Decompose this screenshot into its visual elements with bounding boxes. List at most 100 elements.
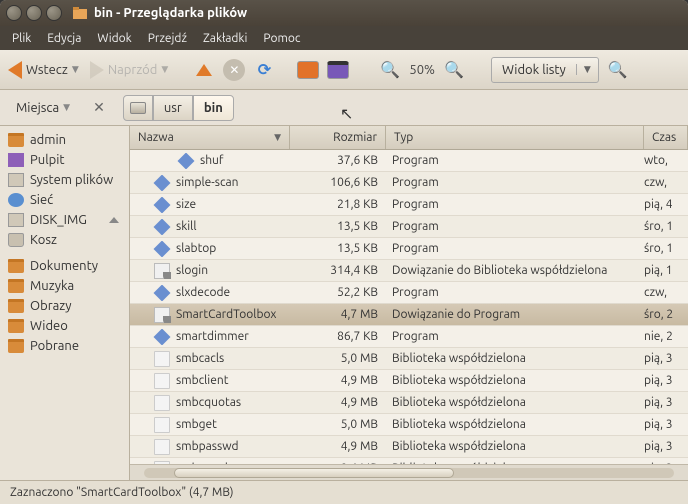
sort-indicator-icon: ▼: [274, 132, 281, 143]
menu-plik[interactable]: Plik: [6, 30, 37, 47]
menubar: PlikEdycjaWidok PrzejdźZakładkiPomoc: [0, 26, 688, 50]
column-time[interactable]: Czas: [644, 126, 688, 149]
sidebar-item-obrazy[interactable]: Obrazy: [0, 296, 129, 316]
up-button[interactable]: [193, 59, 215, 81]
menu-edycja[interactable]: Edycja: [41, 30, 87, 47]
table-row[interactable]: slabtop13,5 KBProgramśro, 1: [130, 238, 688, 260]
reload-button[interactable]: ⟳: [253, 59, 275, 81]
desktop-icon: [8, 153, 24, 167]
file-name: size: [176, 198, 196, 211]
zoom-in-button[interactable]: 🔍: [443, 59, 465, 81]
file-type: Biblioteka współdzielona: [386, 396, 644, 409]
maximize-icon[interactable]: [46, 5, 62, 21]
executable-icon: [154, 219, 171, 235]
minimize-icon[interactable]: [26, 5, 42, 21]
file-type: Program: [386, 220, 644, 233]
forward-button[interactable]: Naprzód ▼: [90, 61, 172, 79]
back-button[interactable]: Wstecz ▼: [8, 61, 82, 79]
file-size: 37,6 KB: [290, 154, 386, 167]
sidebar-item-kosz[interactable]: Kosz: [0, 230, 129, 250]
menu-pomoc[interactable]: Pomoc: [257, 30, 306, 47]
chevron-down-icon[interactable]: ▼: [72, 64, 82, 75]
file-icon: [154, 417, 170, 433]
file-time: śro, 1: [644, 242, 688, 255]
sidebar-item-label: Obrazy: [30, 299, 72, 313]
stop-button[interactable]: ✕: [223, 59, 245, 81]
chevron-down-icon[interactable]: ▼: [576, 64, 598, 75]
table-row[interactable]: slxdecode52,2 KBProgramczw,: [130, 282, 688, 304]
path-segment-usr[interactable]: usr: [153, 95, 193, 121]
file-time: wto,: [644, 154, 688, 167]
view-mode-label: Widok listy: [492, 63, 576, 77]
zoom-out-button[interactable]: 🔍: [379, 59, 401, 81]
close-sidebar-button[interactable]: ✕: [93, 99, 105, 116]
fs-icon: [8, 173, 24, 187]
sidebar-item-label: Dokumenty: [30, 259, 98, 273]
file-size: 21,8 KB: [290, 198, 386, 211]
file-time: śro, 2: [644, 308, 688, 321]
file-rows[interactable]: shuf37,6 KBProgramwto,simple-scan106,6 K…: [130, 150, 688, 464]
home-button[interactable]: [297, 61, 319, 79]
table-row[interactable]: smbclient4,9 MBBiblioteka współdzielonap…: [130, 370, 688, 392]
sidebar-item-pobrane[interactable]: Pobrane: [0, 336, 129, 356]
sidebar-item-sieć[interactable]: Sieć: [0, 190, 129, 210]
table-row[interactable]: smartdimmer86,7 KBProgramnie, 2: [130, 326, 688, 348]
sidebar-item-dokumenty[interactable]: Dokumenty: [0, 256, 129, 276]
file-type: Program: [386, 286, 644, 299]
file-icon: [154, 395, 170, 411]
file-browser-window: bin - Przeglądarka plików PlikEdycjaWido…: [0, 0, 688, 504]
file-time: pią, 3: [644, 396, 688, 409]
column-size[interactable]: Rozmiar: [290, 126, 386, 149]
table-row[interactable]: smbcacls5,0 MBBiblioteka współdzielonapi…: [130, 348, 688, 370]
file-time: nie, 2: [644, 330, 688, 343]
file-name: shuf: [200, 154, 223, 167]
titlebar[interactable]: bin - Przeglądarka plików: [0, 0, 688, 26]
column-type[interactable]: Typ: [386, 126, 644, 149]
folder-icon: [8, 133, 24, 147]
column-name[interactable]: Nazwa▼: [130, 126, 290, 149]
scrollbar-thumb[interactable]: [174, 468, 454, 478]
folder-icon: [72, 5, 88, 21]
close-icon[interactable]: [6, 5, 22, 21]
file-name: smbclient: [176, 374, 228, 387]
sidebar-item-disk_img[interactable]: DISK_IMG: [0, 210, 129, 230]
file-time: pią, 3: [644, 352, 688, 365]
places-label: Miejsca: [16, 101, 59, 115]
sidebar-item-pulpit[interactable]: Pulpit: [0, 150, 129, 170]
table-row[interactable]: size21,8 KBProgrampią, 4: [130, 194, 688, 216]
table-row[interactable]: slogin314,4 KBDowiązanie do Biblioteka w…: [130, 260, 688, 282]
menu-zakładki[interactable]: Zakładki: [197, 30, 253, 47]
sidebar-item-wideo[interactable]: Wideo: [0, 316, 129, 336]
menu-przejdź[interactable]: Przejdź: [142, 30, 193, 47]
trash-icon: [8, 233, 24, 247]
table-row[interactable]: smbpasswd4,9 MBBiblioteka współdzielonap…: [130, 436, 688, 458]
back-label: Wstecz: [26, 63, 68, 77]
sidebar-item-label: Muzyka: [30, 279, 74, 293]
computer-button[interactable]: [327, 61, 349, 79]
folder-icon: [8, 279, 24, 293]
path-segment-bin[interactable]: bin: [193, 95, 234, 121]
view-mode-selector[interactable]: Widok listy ▼: [491, 57, 599, 83]
table-row[interactable]: simple-scan106,6 KBProgramczw,: [130, 172, 688, 194]
places-dropdown[interactable]: Miejsca ▼: [8, 97, 81, 119]
sidebar-item-label: Pulpit: [30, 153, 64, 167]
file-time: śro, 1: [644, 220, 688, 233]
table-row[interactable]: shuf37,6 KBProgramwto,: [130, 150, 688, 172]
menu-widok[interactable]: Widok: [91, 30, 137, 47]
table-row[interactable]: smbget5,0 MBBiblioteka współdzielonapią,…: [130, 414, 688, 436]
executable-icon: [154, 241, 171, 257]
sidebar-item-muzyka[interactable]: Muzyka: [0, 276, 129, 296]
sidebar-item-system-plików[interactable]: System plików: [0, 170, 129, 190]
table-row[interactable]: skill13,5 KBProgramśro, 1: [130, 216, 688, 238]
eject-icon[interactable]: [109, 217, 119, 223]
table-row[interactable]: smbcquotas4,9 MBBiblioteka współdzielona…: [130, 392, 688, 414]
search-button[interactable]: 🔍: [607, 59, 629, 81]
sidebar-item-admin[interactable]: admin: [0, 130, 129, 150]
file-type: Program: [386, 176, 644, 189]
file-icon: [154, 373, 170, 389]
table-row[interactable]: SmartCardToolbox4,7 MBDowiązanie do Prog…: [130, 304, 688, 326]
horizontal-scrollbar[interactable]: [130, 464, 688, 480]
chevron-down-icon[interactable]: ▼: [161, 64, 171, 75]
file-time: pią, 3: [644, 374, 688, 387]
path-root-button[interactable]: [123, 95, 153, 121]
